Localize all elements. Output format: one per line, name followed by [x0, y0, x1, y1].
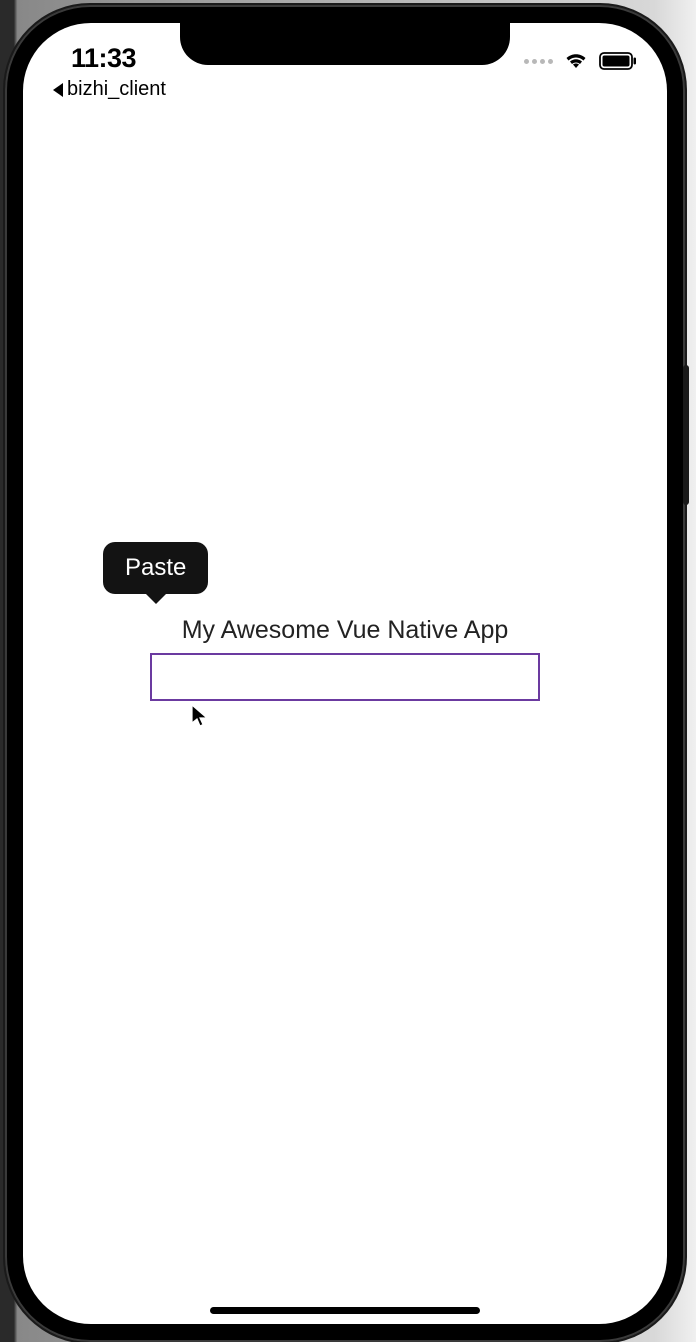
app-content-area: Paste My Awesome Vue Native App: [23, 23, 667, 1324]
mouse-cursor-icon: [190, 703, 210, 734]
wifi-icon: [563, 51, 589, 71]
context-menu-popup: Paste: [103, 542, 208, 594]
phone-screen: 11:33 bizhi_client: [23, 23, 667, 1324]
phone-side-button: [683, 365, 689, 505]
back-to-app-button[interactable]: bizhi_client: [53, 78, 166, 101]
status-bar-left: 11:33 bizhi_client: [53, 43, 166, 101]
home-indicator[interactable]: [210, 1307, 480, 1314]
paste-menu-item[interactable]: Paste: [125, 554, 186, 581]
phone-notch: [180, 23, 510, 65]
app-title: My Awesome Vue Native App: [150, 616, 540, 645]
phone-device-frame: 11:33 bizhi_client: [5, 5, 685, 1342]
battery-icon: [599, 52, 637, 70]
status-bar-right: [524, 43, 637, 71]
back-triangle-icon: [53, 83, 63, 97]
back-app-label: bizhi_client: [67, 78, 166, 101]
cellular-signal-icon: [524, 59, 553, 64]
main-text-input[interactable]: [150, 653, 540, 701]
content-wrapper: Paste My Awesome Vue Native App: [150, 616, 540, 701]
status-time: 11:33: [53, 43, 166, 74]
